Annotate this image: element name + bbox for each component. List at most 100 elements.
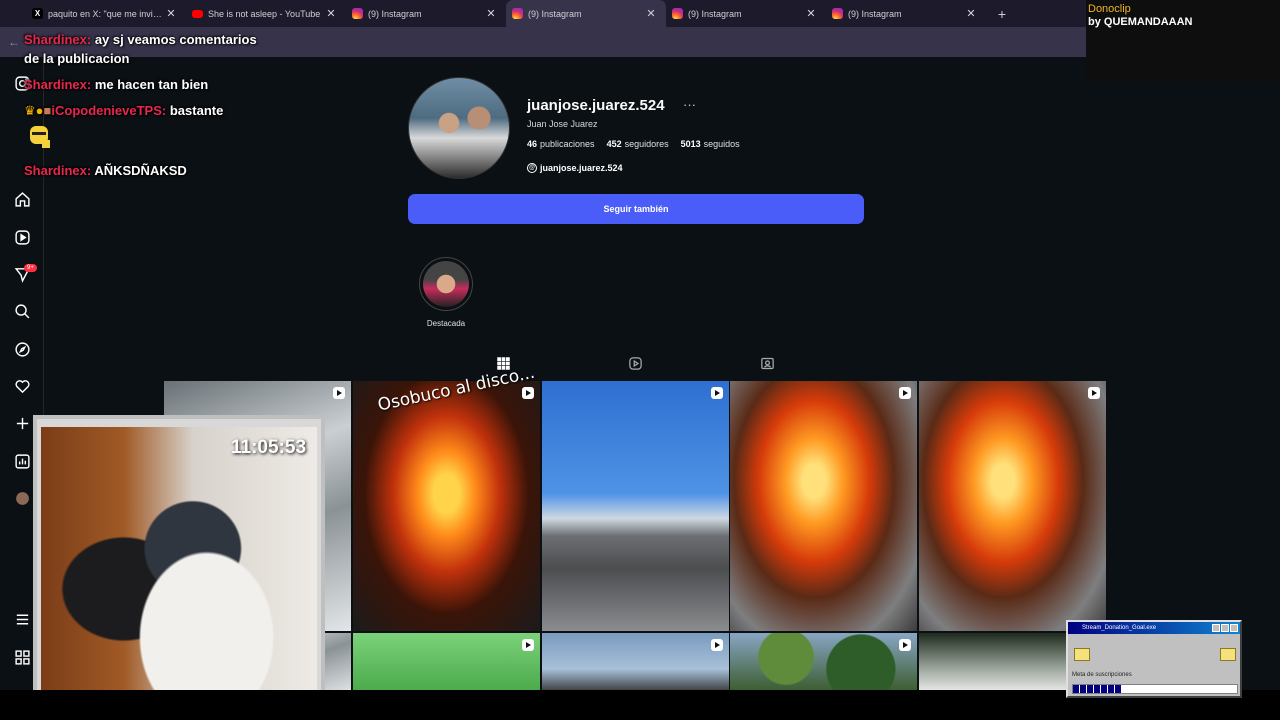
more-apps-icon[interactable]	[13, 648, 31, 666]
chat-text: bastante	[169, 103, 224, 118]
window-buttons	[1212, 624, 1238, 632]
chat-message: de la publicacion	[24, 51, 129, 66]
tab-title: (9) Instagram	[848, 8, 902, 19]
tab-title: (9) Instagram	[688, 8, 742, 19]
close-icon	[1230, 624, 1238, 632]
goal-titlebar: Stream_Donation_Goal.exe	[1068, 622, 1240, 634]
tab-youtube[interactable]: She is not asleep - YouTube ✕	[186, 0, 346, 27]
close-icon[interactable]: ✕	[484, 7, 498, 20]
post-tile[interactable]	[542, 381, 729, 631]
reel-icon	[711, 387, 723, 399]
goal-progress-fill	[1073, 685, 1123, 693]
tab-tagged[interactable]	[760, 356, 776, 372]
reel-icon	[522, 639, 534, 651]
chat-username: Shardinex:	[24, 163, 92, 178]
tab-instagram-2[interactable]: (9) Instagram ✕	[506, 0, 666, 27]
minimize-icon	[1212, 624, 1220, 632]
chat-message: Shardinex: ay sj veamos comentarios	[24, 32, 257, 47]
profile-full-name: Juan Jose Juarez	[527, 119, 598, 129]
reel-icon	[333, 387, 345, 399]
tab-instagram-1[interactable]: (9) Instagram ✕	[346, 0, 506, 27]
donoclip-title: Donoclip	[1088, 3, 1131, 15]
stream-clock: 11:05:53	[231, 437, 307, 458]
chat-text: me hacen tan bien	[94, 77, 209, 92]
home-icon[interactable]	[13, 190, 31, 208]
reel-icon	[899, 387, 911, 399]
profile-stats: 46 publicaciones 452 seguidores 5013 seguid…	[527, 139, 740, 149]
close-icon[interactable]: ✕	[804, 7, 818, 20]
post-tile[interactable]	[730, 381, 917, 631]
post-tile[interactable]	[919, 381, 1106, 631]
goal-progress-bar	[1072, 684, 1238, 694]
post-tile[interactable]	[730, 633, 917, 690]
tab-reels[interactable]	[628, 356, 644, 372]
highlight-label: Destacada	[426, 319, 466, 328]
profile-avatar[interactable]	[408, 77, 510, 179]
chat-text: AÑKSDÑAKSD	[94, 163, 187, 178]
profile-avatar-icon[interactable]	[13, 489, 31, 507]
close-icon[interactable]: ✕	[964, 7, 978, 20]
close-icon[interactable]: ✕	[164, 7, 178, 20]
tab-title: (9) Instagram	[368, 8, 422, 19]
new-tab-button[interactable]: +	[992, 6, 1012, 22]
reel-icon	[1088, 387, 1100, 399]
following-stat[interactable]: 5013 seguidos	[681, 139, 740, 149]
story-highlight[interactable]	[419, 257, 473, 311]
dashboard-icon[interactable]	[13, 452, 31, 470]
followers-stat[interactable]: 452 seguidores	[607, 139, 669, 149]
goal-label: Meta de suscripciones	[1072, 672, 1132, 678]
donation-goal-window: Stream_Donation_Goal.exe Meta de suscrip…	[1066, 620, 1242, 698]
tab-title: paquito en X: "que me invita a c	[48, 8, 164, 19]
chat-message: Shardinex: me hacen tan bien	[24, 77, 208, 92]
post-tile[interactable]	[353, 381, 540, 631]
menu-icon[interactable]	[13, 610, 31, 628]
threads-handle: juanjose.juarez.524	[540, 163, 623, 173]
explore-icon[interactable]	[13, 340, 31, 358]
threads-link[interactable]: @ juanjose.juarez.524	[527, 163, 623, 173]
tab-title: (9) Instagram	[528, 8, 582, 19]
maximize-icon	[1221, 624, 1229, 632]
chat-message: ♛●■iCopodenieveTPS: bastante	[24, 103, 223, 119]
chat-message: Shardinex: AÑKSDÑAKSD	[24, 163, 187, 178]
close-icon[interactable]: ✕	[324, 7, 338, 20]
reel-icon	[899, 639, 911, 651]
chat-username: Shardinex:	[24, 77, 92, 92]
search-icon[interactable]	[13, 302, 31, 320]
instagram-icon	[672, 8, 683, 19]
donoclip-overlay: Donoclip by QUEMANDAAAN	[1086, 0, 1280, 82]
heart-icon[interactable]	[13, 377, 31, 395]
reel-icon	[711, 639, 723, 651]
profile-username: juanjose.juarez.524	[527, 97, 665, 114]
reel-icon	[522, 387, 534, 399]
threads-icon: @	[527, 163, 537, 173]
tab-instagram-4[interactable]: (9) Instagram ✕	[826, 0, 986, 27]
folder-icon	[1074, 648, 1090, 661]
tab-instagram-3[interactable]: (9) Instagram ✕	[666, 0, 826, 27]
create-icon[interactable]	[13, 414, 31, 432]
highlight-cover	[423, 261, 469, 307]
notification-badge: 9+	[24, 264, 37, 272]
webcam-feed	[41, 427, 317, 697]
chat-text: de la publicacion	[24, 51, 130, 66]
instagram-icon	[352, 8, 363, 19]
tab-x[interactable]: X paquito en X: "que me invita a c ✕	[26, 0, 186, 27]
post-tile[interactable]	[353, 633, 540, 690]
follow-back-button[interactable]: Seguir también	[408, 194, 864, 224]
x-icon: X	[32, 8, 43, 19]
chat-username: Shardinex:	[24, 32, 92, 47]
more-options-icon[interactable]: ···	[683, 97, 696, 112]
folder-icon	[1220, 648, 1236, 661]
donoclip-author: by QUEMANDAAAN	[1088, 16, 1193, 28]
youtube-icon	[192, 9, 203, 18]
chat-username: iCopodenieveTPS:	[51, 103, 167, 118]
instagram-icon	[512, 8, 523, 19]
instagram-icon	[832, 8, 843, 19]
crown-badge-icon: ♛	[24, 103, 36, 118]
emote-icon	[28, 124, 52, 150]
sub-badge-icon: ●	[35, 103, 44, 118]
reels-icon[interactable]	[13, 228, 31, 246]
back-icon[interactable]: ←	[8, 35, 20, 49]
post-tile[interactable]	[542, 633, 729, 690]
close-icon[interactable]: ✕	[644, 7, 658, 20]
posts-stat: 46 publicaciones	[527, 139, 595, 149]
